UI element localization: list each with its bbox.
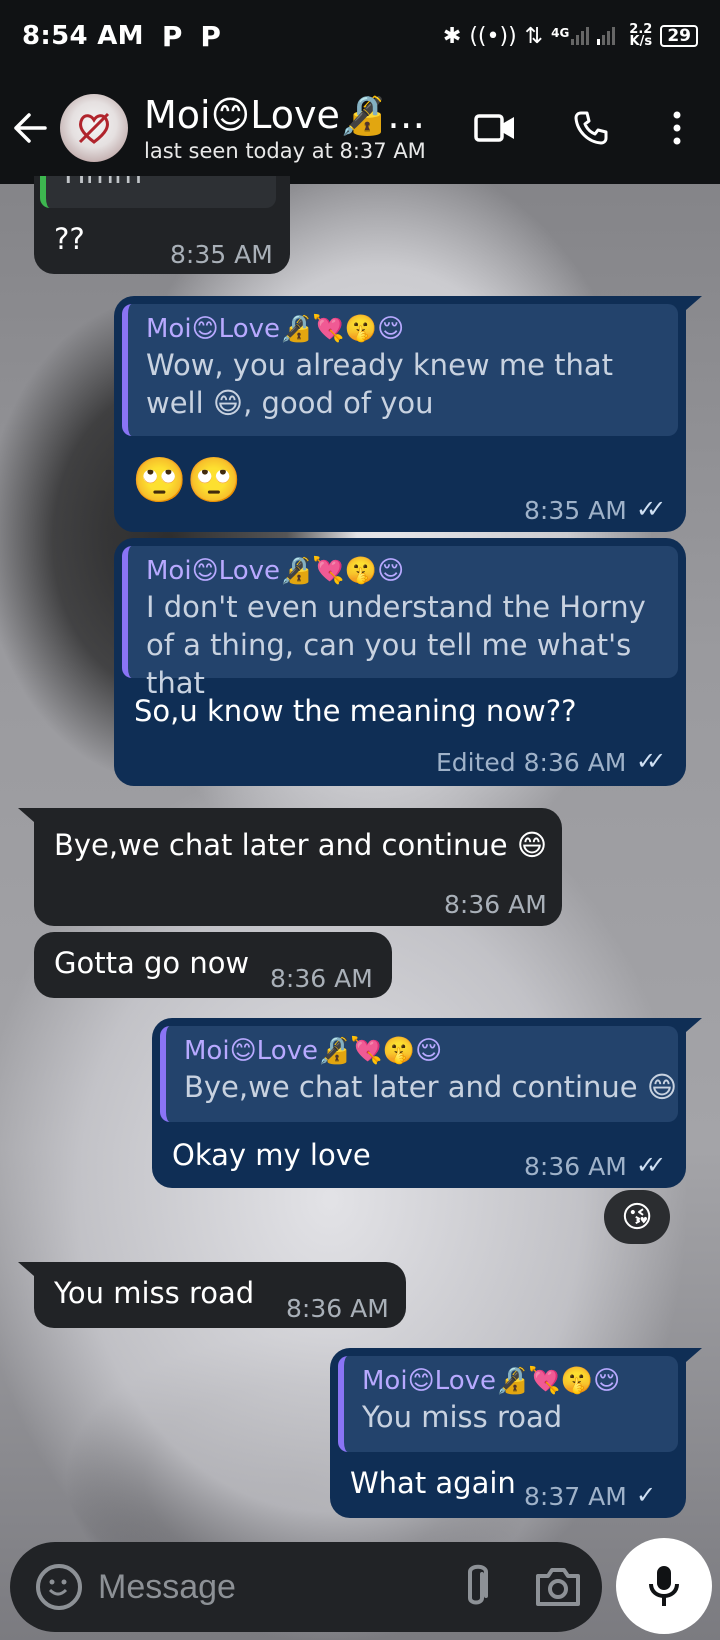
- read-receipt-icon: ✓✓: [636, 495, 666, 523]
- battery-icon: 29: [660, 25, 698, 47]
- more-options-button[interactable]: [642, 72, 712, 184]
- quote-sender: Moi😊Love🔏💘🤫😌: [146, 556, 405, 586]
- microphone-icon: [649, 1566, 679, 1606]
- video-call-button[interactable]: [460, 72, 530, 184]
- message-text: Gotta go now: [54, 946, 250, 980]
- status-time: 8:54 AM: [22, 21, 144, 51]
- quote-text: You miss road: [362, 1400, 563, 1434]
- message-incoming[interactable]: Hmm ?? 8:35 AM: [34, 176, 290, 274]
- message-outgoing[interactable]: Moi😊Love🔏💘🤫😌 Wow, you already knew me th…: [114, 296, 686, 532]
- voice-call-button[interactable]: [556, 72, 626, 184]
- video-camera-icon: [474, 114, 514, 142]
- message-outgoing[interactable]: Moi😊Love🔏💘🤫😌 You miss road What again 8:…: [330, 1348, 686, 1518]
- hotspot-icon: ((•)): [469, 23, 517, 49]
- message-time: 8:36 AM: [524, 1152, 627, 1181]
- message-outgoing[interactable]: Moi😊Love🔏💘🤫😌 Bye,we chat later and conti…: [152, 1018, 686, 1188]
- notification-p-icon: P: [161, 19, 183, 53]
- reply-quote[interactable]: Moi😊Love🔏💘🤫😌 I don't even understand the…: [122, 546, 678, 700]
- camera-icon: [536, 1568, 580, 1606]
- reply-quote[interactable]: Moi😊Love🔏💘🤫😌 Wow, you already knew me th…: [122, 304, 678, 436]
- quote-sender: Moi😊Love🔏💘🤫😌: [362, 1366, 621, 1396]
- sticker-icon: [48, 1579, 68, 1596]
- message-outgoing[interactable]: Moi😊Love🔏💘🤫😌 I don't even understand the…: [114, 538, 686, 786]
- reply-quote[interactable]: Moi😊Love🔏💘🤫😌 You miss road: [338, 1356, 678, 1452]
- data-arrows-icon: ⇅: [524, 23, 544, 49]
- message-composer: [10, 1542, 602, 1632]
- notification-p-icon: P: [200, 19, 221, 53]
- message-incoming[interactable]: Bye,we chat later and continue 😄 8:36 AM: [34, 808, 562, 926]
- message-text: Bye,we chat later and continue 😄: [54, 828, 548, 862]
- message-input[interactable]: [98, 1560, 418, 1614]
- quote-text: Bye,we chat later and continue 😄: [184, 1070, 678, 1104]
- camera-button[interactable]: [534, 1564, 582, 1610]
- message-text: ??: [54, 222, 85, 256]
- status-icons: ✱ ((•)) ⇅ 4G 2.2 K/s 29: [442, 23, 698, 49]
- message-text: What again: [350, 1466, 516, 1500]
- message-time: 8:36 AM: [286, 1294, 389, 1323]
- paperclip-icon: [468, 1564, 488, 1605]
- message-incoming[interactable]: Gotta go now 8:36 AM: [34, 932, 392, 998]
- bubble-tail: [18, 1262, 34, 1276]
- phone-icon: [574, 111, 608, 145]
- reply-quote[interactable]: Moi😊Love🔏💘🤫😌 Bye,we chat later and conti…: [160, 1026, 678, 1122]
- last-seen-status: last seen today at 8:37 AM: [144, 139, 426, 163]
- signal-icon-2: [597, 27, 616, 45]
- read-receipt-icon: ✓✓: [636, 1151, 666, 1179]
- back-button[interactable]: [0, 72, 60, 184]
- message-text: Okay my love: [172, 1138, 371, 1172]
- bubble-tail: [686, 1018, 702, 1032]
- message-time: 8:35 AM: [524, 496, 627, 525]
- status-bar: 8:54 AM P P ✱ ((•)) ⇅ 4G 2.2 K/s 29: [0, 0, 720, 72]
- attach-button[interactable]: [456, 1560, 496, 1614]
- quote-sender: Moi😊Love🔏💘🤫😌: [184, 1036, 443, 1066]
- message-text: So,u know the meaning now??: [134, 694, 577, 728]
- message-time: 8:35 AM: [170, 240, 273, 269]
- quote-preview-partial: Hmm: [40, 176, 276, 208]
- message-incoming[interactable]: You miss road 8:36 AM: [34, 1262, 406, 1328]
- read-receipt-icon: ✓✓: [636, 747, 666, 775]
- network-speed-unit: K/s: [629, 34, 653, 49]
- quote-text: I don't even understand the Horny of a t…: [146, 590, 646, 700]
- message-time: Edited 8:36 AM: [436, 748, 627, 777]
- bluetooth-icon: ✱: [442, 23, 462, 49]
- contact-name: Moi😊Love🔏…: [144, 93, 426, 137]
- bubble-tail: [686, 296, 702, 310]
- back-arrow-icon: [14, 113, 47, 143]
- network-speed: 2.2 K/s: [629, 23, 653, 49]
- message-time: 8:36 AM: [444, 890, 547, 919]
- contact-info[interactable]: Moi😊Love🔏… last seen today at 8:37 AM: [144, 93, 444, 163]
- message-reaction[interactable]: 😘: [604, 1190, 670, 1244]
- message-time: 8:36 AM: [270, 964, 373, 993]
- message-text: 🙄🙄: [132, 455, 242, 506]
- signal-icon: 4G: [551, 26, 590, 45]
- quote-text-partial: Hmm: [64, 176, 262, 192]
- message-text: You miss road: [54, 1276, 255, 1310]
- more-vert-icon: [673, 111, 681, 145]
- voice-record-button[interactable]: [616, 1538, 712, 1634]
- bubble-tail: [686, 1348, 702, 1362]
- quote-text: Wow, you already knew me that well 😄, go…: [146, 348, 614, 420]
- heart-lock-icon: [78, 112, 110, 144]
- avatar[interactable]: [60, 94, 128, 162]
- bubble-tail: [18, 808, 34, 822]
- network-type: 4G: [551, 26, 570, 40]
- message-time: 8:37 AM: [524, 1482, 627, 1511]
- sticker-emoji-button[interactable]: [36, 1564, 82, 1610]
- sent-receipt-icon: ✓: [636, 1481, 657, 1509]
- quote-sender: Moi😊Love🔏💘🤫😌: [146, 314, 405, 344]
